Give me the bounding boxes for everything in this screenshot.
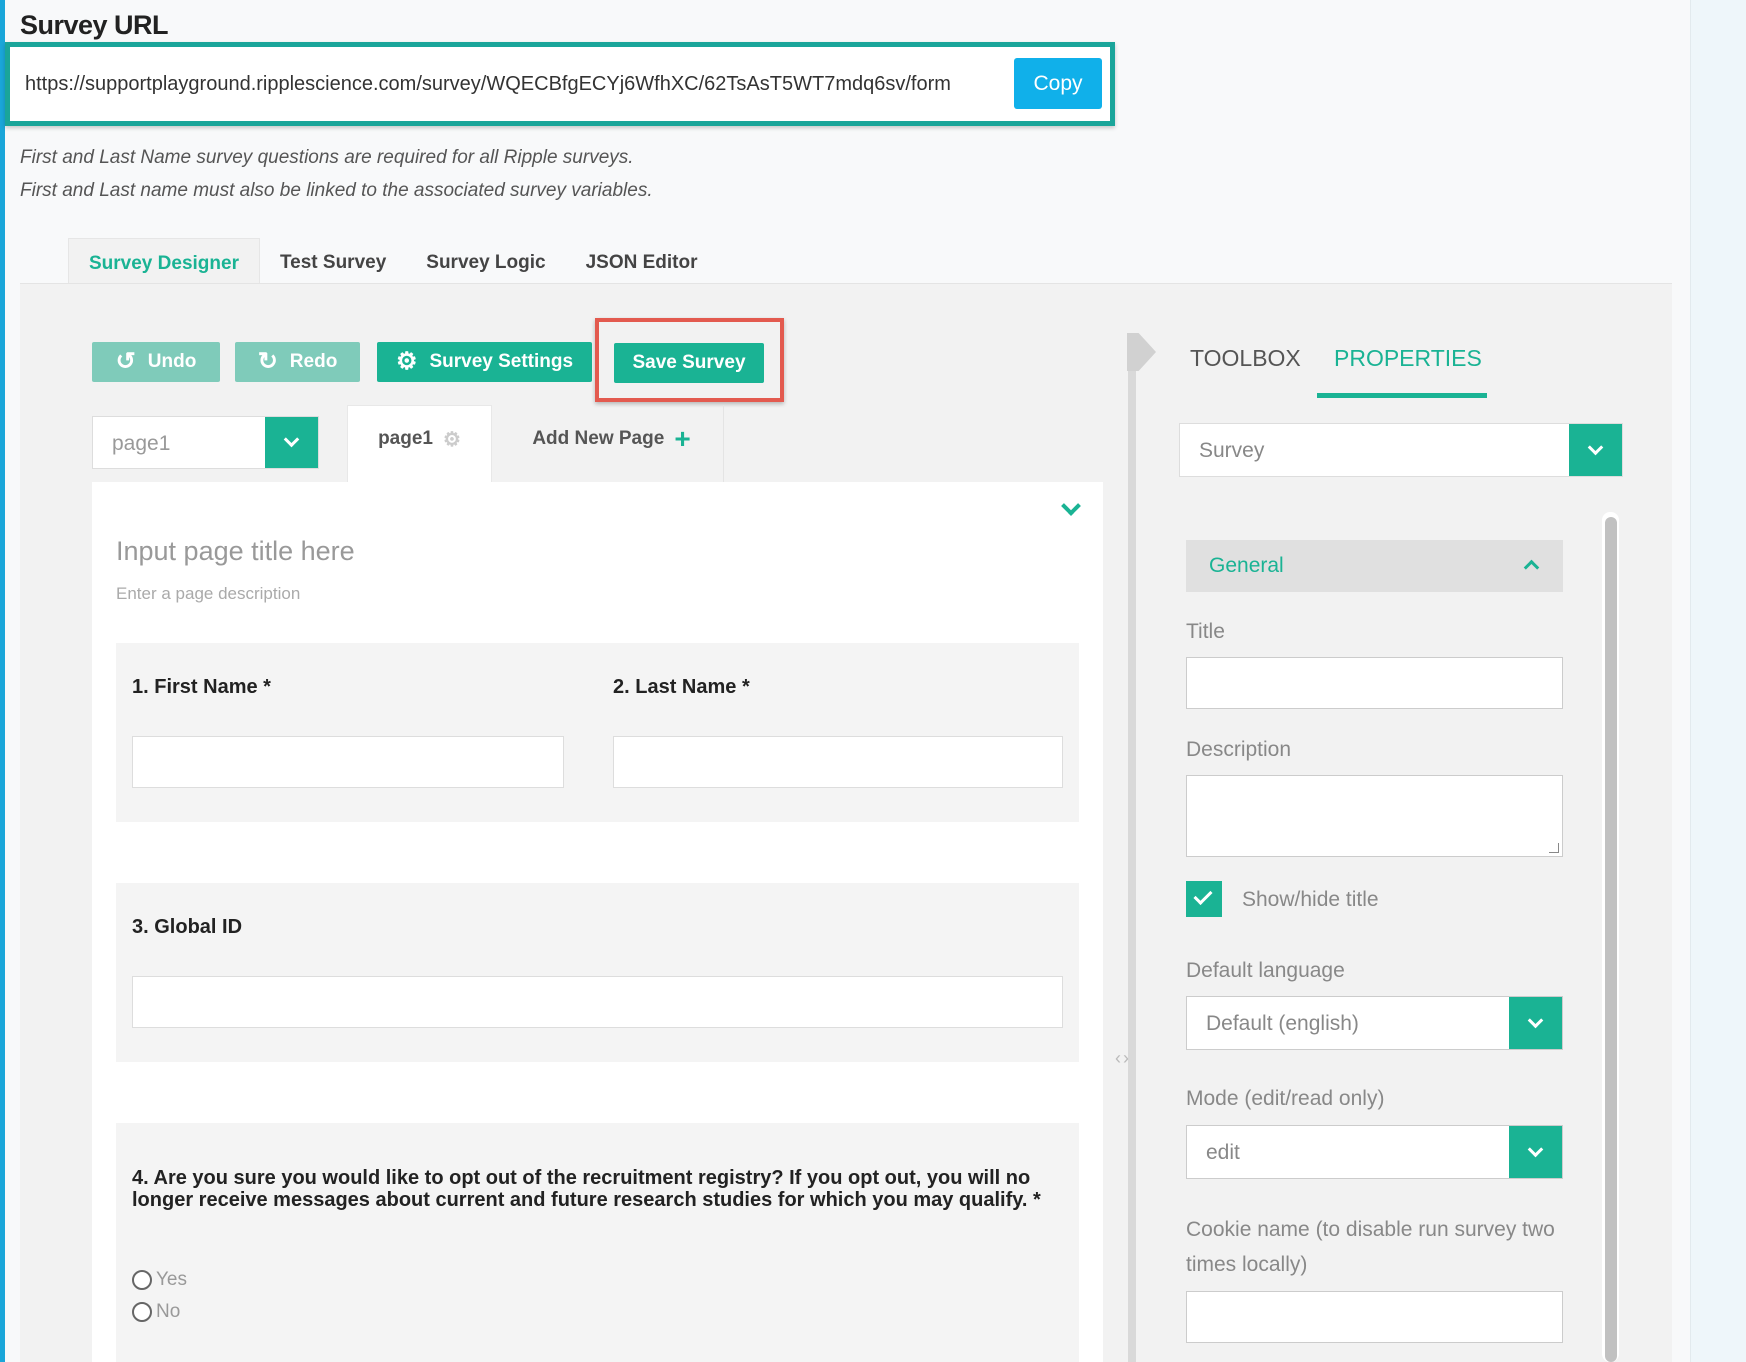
redo-icon: ↻ xyxy=(257,348,278,375)
object-selector[interactable]: Survey xyxy=(1179,423,1623,477)
survey-url-box: https://supportplayground.ripplescience.… xyxy=(5,42,1115,126)
question-block-global-id[interactable]: 3. Global ID xyxy=(116,883,1079,1062)
survey-settings-label: Survey Settings xyxy=(429,351,574,372)
page-collapse-icon[interactable] xyxy=(1061,496,1084,519)
panel-splitter[interactable] xyxy=(1128,334,1136,1362)
question-last-name-label: 2. Last Name * xyxy=(613,676,750,698)
question-first-name-label: 1. First Name * xyxy=(132,676,271,698)
chevron-down-icon xyxy=(1527,1141,1544,1157)
properties-scrollbar-thumb[interactable] xyxy=(1605,517,1617,1362)
page-selector-arrow[interactable] xyxy=(265,417,318,468)
object-selector-arrow[interactable] xyxy=(1569,424,1622,476)
redo-button[interactable]: ↻ Redo xyxy=(235,342,360,382)
left-accent-bar xyxy=(0,0,5,1362)
title-input[interactable] xyxy=(1186,657,1563,709)
object-selector-value: Survey xyxy=(1199,439,1265,462)
right-edge-strip xyxy=(1690,0,1746,1362)
description-label: Description xyxy=(1186,738,1292,761)
question-opt-out-label: 4. Are you sure you would like to opt ou… xyxy=(132,1167,1041,1211)
required-note-2: First and Last name must also be linked … xyxy=(20,180,653,201)
tab-properties[interactable]: PROPERTIES xyxy=(1334,345,1482,372)
copy-button[interactable]: Copy xyxy=(1014,58,1102,109)
radio-yes-label: Yes xyxy=(156,1269,187,1290)
editor-tabs: Survey Designer Test Survey Survey Logic… xyxy=(68,238,718,283)
default-language-arrow[interactable] xyxy=(1509,997,1562,1049)
page-title-input[interactable]: Input page title here xyxy=(116,536,355,567)
show-title-checkbox[interactable] xyxy=(1186,881,1222,917)
checkmark-icon xyxy=(1193,885,1213,906)
page-selector-value: page1 xyxy=(112,432,171,455)
page-settings-icon[interactable]: ⚙ xyxy=(443,427,461,452)
general-section-label: General xyxy=(1209,554,1284,577)
page-tab-page1[interactable]: page1 ⚙ xyxy=(347,405,492,482)
plus-icon: + xyxy=(674,422,691,454)
survey-url-title: Survey URL xyxy=(20,10,169,40)
default-language-value: Default (english) xyxy=(1206,1012,1359,1035)
page-description-input[interactable]: Enter a page description xyxy=(116,584,300,604)
default-language-select[interactable]: Default (english) xyxy=(1186,996,1563,1050)
description-textarea[interactable] xyxy=(1186,775,1563,857)
properties-tab-indicator xyxy=(1317,393,1487,398)
chevron-down-icon xyxy=(1587,439,1604,455)
undo-icon: ↺ xyxy=(115,348,136,375)
required-note-1: First and Last Name survey questions are… xyxy=(20,147,634,168)
survey-url-text[interactable]: https://supportplayground.ripplescience.… xyxy=(25,73,951,96)
undo-button[interactable]: ↺ Undo xyxy=(92,342,220,382)
page-selector[interactable]: page1 xyxy=(92,416,319,469)
radio-yes[interactable] xyxy=(132,1270,152,1290)
tab-json-editor[interactable]: JSON Editor xyxy=(566,238,718,283)
radio-option-yes[interactable]: Yes xyxy=(132,1269,187,1291)
survey-settings-button[interactable]: ⚙ Survey Settings xyxy=(377,342,592,382)
mode-label: Mode (edit/read only) xyxy=(1186,1087,1385,1110)
title-label: Title xyxy=(1186,620,1225,643)
default-language-label: Default language xyxy=(1186,959,1345,982)
question-block-names[interactable]: 1. First Name * 2. Last Name * xyxy=(116,643,1079,822)
radio-option-no[interactable]: No xyxy=(132,1301,180,1323)
radio-no[interactable] xyxy=(132,1302,152,1322)
radio-no-label: No xyxy=(156,1301,181,1322)
add-new-page-label: Add New Page xyxy=(532,427,665,449)
mode-select[interactable]: edit xyxy=(1186,1125,1563,1179)
last-name-field[interactable] xyxy=(613,736,1063,788)
tab-test-survey[interactable]: Test Survey xyxy=(260,238,406,283)
tab-toolbox[interactable]: TOOLBOX xyxy=(1190,345,1301,372)
mode-arrow[interactable] xyxy=(1509,1126,1562,1178)
general-section-header[interactable]: General xyxy=(1186,540,1563,592)
redo-label: Redo xyxy=(289,351,338,372)
chevron-up-icon xyxy=(1523,559,1540,576)
cookie-name-input[interactable] xyxy=(1186,1291,1563,1343)
show-title-label: Show/hide title xyxy=(1242,888,1379,911)
chevron-down-icon xyxy=(283,431,300,448)
page-tab-label: page1 xyxy=(378,428,433,449)
mode-value: edit xyxy=(1206,1141,1240,1164)
undo-label: Undo xyxy=(147,351,197,372)
resize-grip-icon[interactable] xyxy=(1549,843,1559,853)
add-new-page-button[interactable]: Add New Page + xyxy=(500,405,724,482)
first-name-field[interactable] xyxy=(132,736,564,788)
tab-survey-designer[interactable]: Survey Designer xyxy=(68,238,260,283)
global-id-field[interactable] xyxy=(132,976,1063,1028)
cookie-name-label: Cookie name (to disable run survey two t… xyxy=(1186,1218,1555,1276)
question-block-opt-out[interactable]: 4. Are you sure you would like to opt ou… xyxy=(116,1123,1079,1362)
question-global-id-label: 3. Global ID xyxy=(132,916,243,938)
chevron-down-icon xyxy=(1527,1012,1544,1028)
save-survey-button[interactable]: Save Survey xyxy=(614,343,764,383)
splitter-resize-icon[interactable]: ‹› xyxy=(1115,1048,1131,1069)
tab-survey-logic[interactable]: Survey Logic xyxy=(406,238,565,283)
gear-icon: ⚙ xyxy=(395,348,418,375)
